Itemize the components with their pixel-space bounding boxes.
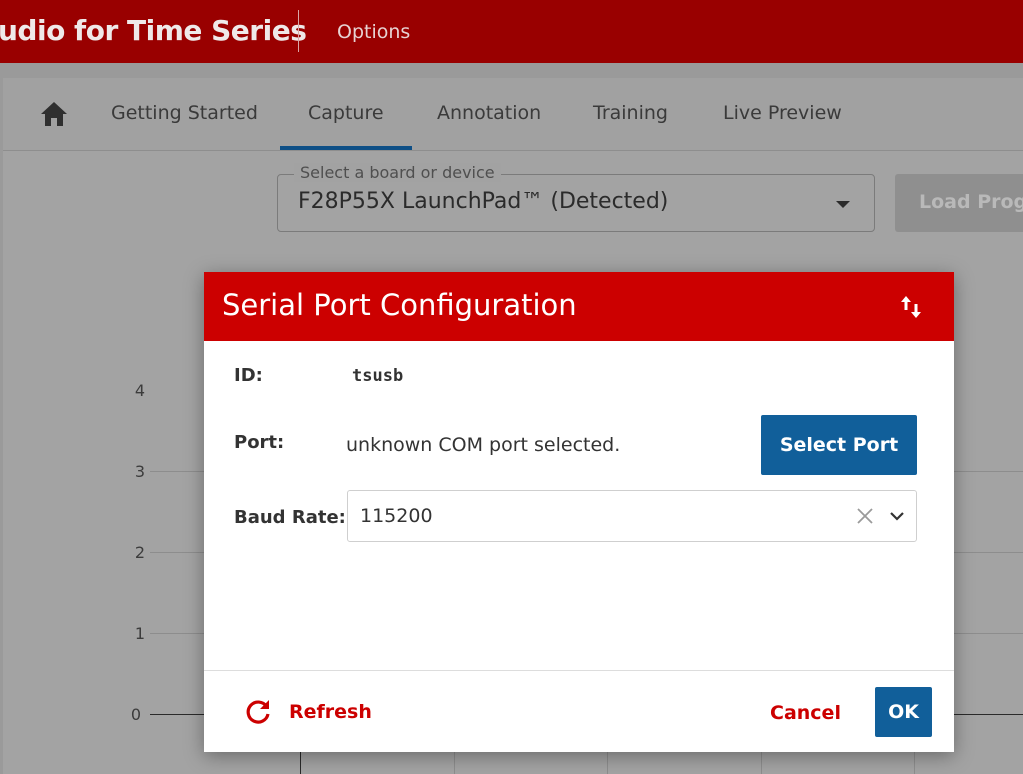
- y-tick-label: 2: [134, 543, 145, 562]
- board-select-value: F28P55X LaunchPad™ (Detected): [298, 189, 669, 214]
- baud-rate-select[interactable]: 115200: [347, 490, 917, 542]
- tab-annotation[interactable]: Annotation: [437, 102, 541, 124]
- id-value: tsusb: [352, 366, 404, 386]
- clear-icon[interactable]: [856, 507, 874, 525]
- header-divider: [298, 10, 299, 52]
- baud-rate-value: 115200: [360, 505, 433, 527]
- app-header: udio for Time Series Options: [0, 0, 1023, 63]
- tab-getting-started[interactable]: Getting Started: [111, 102, 258, 124]
- chevron-down-icon[interactable]: [889, 509, 905, 523]
- board-select-label: Select a board or device: [294, 163, 501, 182]
- tab-training[interactable]: Training: [593, 102, 668, 124]
- refresh-icon: [246, 700, 270, 724]
- board-select[interactable]: Select a board or device F28P55X LaunchP…: [277, 163, 875, 232]
- port-value: unknown COM port selected.: [346, 434, 621, 456]
- dialog-title: Serial Port Configuration: [222, 288, 577, 322]
- footer-divider: [204, 670, 954, 671]
- load-program-label: Load Progr: [919, 191, 1023, 213]
- app-title: udio for Time Series: [0, 14, 307, 47]
- tab-bar: Getting Started Capture Annotation Train…: [3, 78, 1023, 151]
- dialog-header: Serial Port Configuration: [204, 272, 954, 341]
- tab-live-preview[interactable]: Live Preview: [723, 102, 842, 124]
- select-port-button[interactable]: Select Port: [761, 415, 917, 475]
- refresh-label: Refresh: [289, 701, 372, 723]
- ok-button[interactable]: OK: [875, 687, 932, 737]
- caret-down-icon: [836, 201, 850, 208]
- tab-capture[interactable]: Capture: [308, 102, 384, 124]
- baud-rate-label: Baud Rate:: [234, 507, 346, 528]
- y-tick-label: 0: [130, 705, 141, 724]
- load-program-button[interactable]: Load Progr: [895, 174, 1023, 232]
- id-label: ID:: [234, 365, 263, 386]
- home-icon[interactable]: [39, 100, 69, 128]
- options-menu[interactable]: Options: [337, 21, 410, 43]
- y-tick-label: 4: [134, 381, 145, 400]
- y-tick-label: 1: [134, 624, 145, 643]
- y-tick-label: 3: [134, 462, 145, 481]
- cancel-button[interactable]: Cancel: [770, 698, 841, 728]
- swap-vertical-icon[interactable]: [900, 294, 922, 320]
- active-tab-indicator: [280, 146, 412, 150]
- port-label: Port:: [234, 432, 285, 453]
- serial-port-dialog: Serial Port Configuration ID: tsusb Port…: [204, 272, 954, 752]
